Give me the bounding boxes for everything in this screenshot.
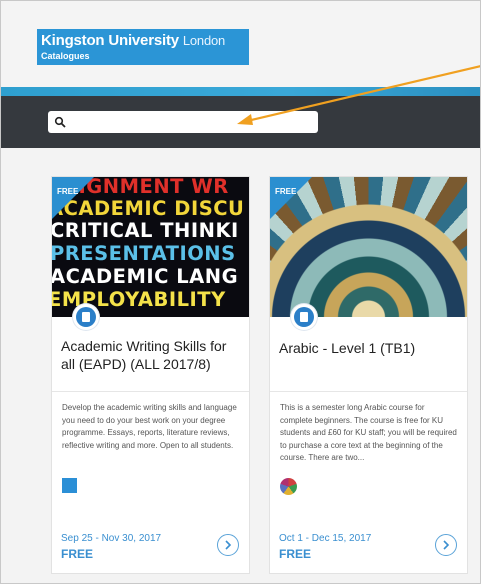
annotation-arrow <box>237 65 480 125</box>
catalogue-page: Kingston University London Catalogues SI… <box>0 0 481 584</box>
